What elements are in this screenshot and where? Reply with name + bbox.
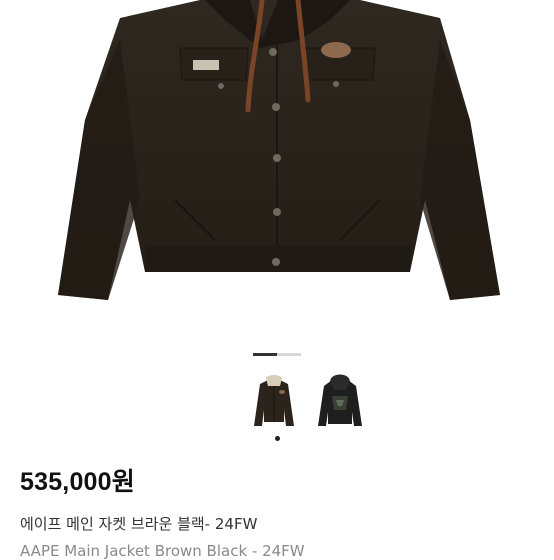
jacket-illustration <box>58 0 500 300</box>
thumbnail-strip <box>246 370 362 440</box>
pager-segment-inactive <box>277 353 301 356</box>
product-subtitle: AAPE Main Jacket Brown Black - 24FW <box>20 542 305 560</box>
product-main-image[interactable] <box>0 0 554 340</box>
pager-segment-active <box>253 353 277 356</box>
thumbnail-selected-indicator <box>275 436 280 441</box>
thumbnail-jacket-hooded <box>318 374 362 426</box>
image-pager <box>253 353 301 356</box>
product-price: 535,000원 <box>20 468 135 496</box>
thumbnail-back[interactable] <box>312 370 368 432</box>
product-title: 에이프 메인 자켓 브라운 블랙- 24FW <box>20 515 258 533</box>
thumbnail-front[interactable] <box>246 370 302 432</box>
thumbnail-jacket-front <box>254 375 294 426</box>
